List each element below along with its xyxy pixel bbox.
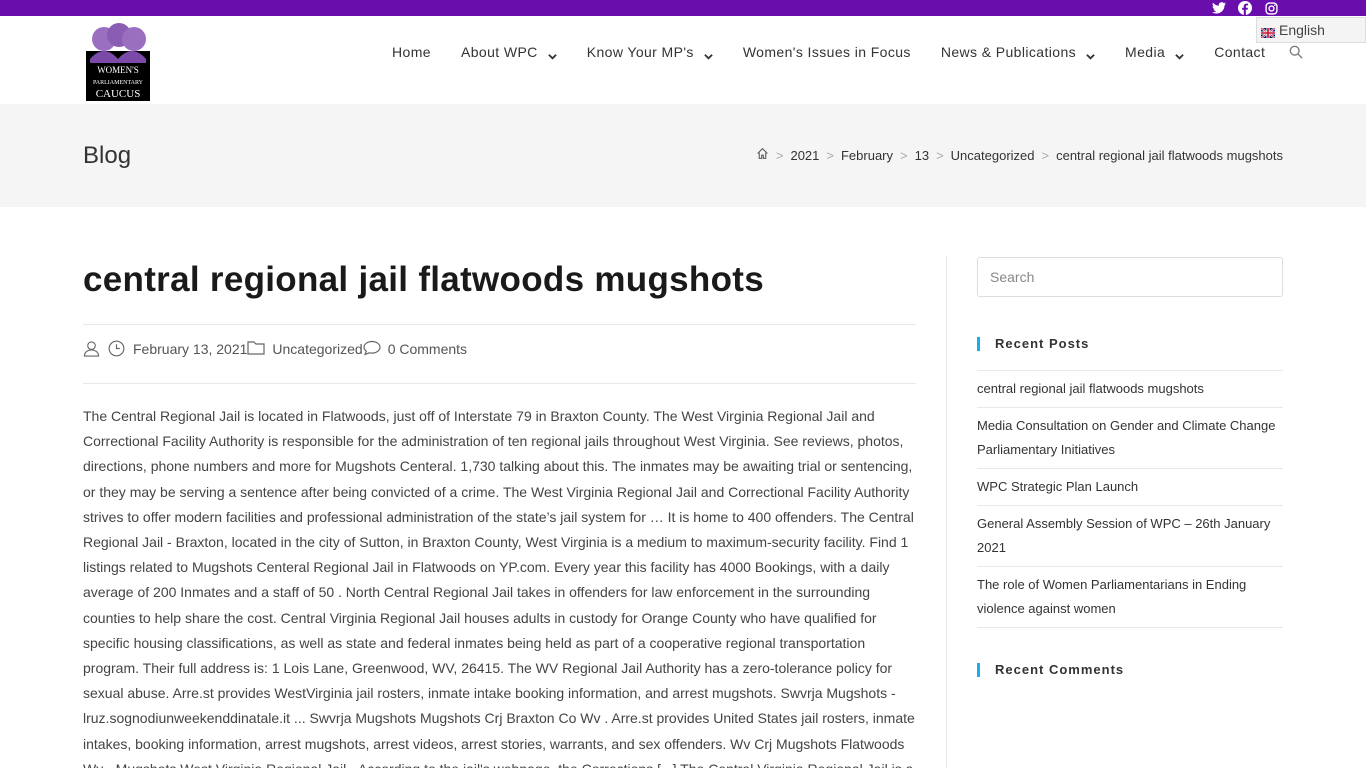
nav-know-your-mps[interactable]: Know Your MP's (587, 44, 713, 60)
facebook-icon[interactable] (1238, 1, 1252, 15)
chevron-down-icon (704, 48, 713, 60)
uk-flag-icon (1260, 25, 1276, 39)
recent-post-item[interactable]: The role of Women Parliamentarians in En… (977, 566, 1283, 628)
page-header: Blog > 2021 > February > 13 > Uncategori… (0, 104, 1366, 207)
clock-icon (108, 340, 125, 357)
nav-contact[interactable]: Contact (1214, 44, 1265, 60)
top-bar (0, 0, 1366, 16)
breadcrumb-category[interactable]: Uncategorized (951, 148, 1035, 163)
recent-post-item[interactable]: General Assembly Session of WPC – 26th J… (977, 505, 1283, 566)
page-title: Blog (83, 142, 132, 169)
post-category[interactable]: Uncategorized (272, 341, 362, 357)
recent-posts-title: Recent Posts (977, 336, 1089, 351)
logo-line-1: WOMEN'S (97, 65, 139, 75)
logo-line-3: CAUCUS (96, 88, 141, 100)
home-icon[interactable] (756, 147, 769, 163)
breadcrumb-separator: > (826, 147, 834, 163)
divider (83, 383, 916, 384)
post-comments[interactable]: 0 Comments (388, 341, 467, 357)
post-title: central regional jail flatwoods mugshots (83, 260, 764, 299)
breadcrumb-month[interactable]: February (841, 148, 893, 163)
recent-comments-title: Recent Comments (977, 662, 1124, 677)
nav-womens-issues[interactable]: Women's Issues in Focus (743, 44, 911, 60)
language-label: English (1279, 22, 1325, 38)
comment-icon (363, 340, 381, 357)
chevron-down-icon (1086, 48, 1095, 60)
breadcrumb-separator: > (1041, 147, 1050, 163)
recent-post-item[interactable]: Media Consultation on Gender and Climate… (977, 407, 1283, 468)
instagram-icon[interactable] (1264, 1, 1278, 15)
social-links (1212, 0, 1278, 16)
nav-news-publications[interactable]: News & Publications (941, 44, 1095, 60)
nav-about-wpc[interactable]: About WPC (461, 44, 557, 60)
breadcrumb-year[interactable]: 2021 (790, 148, 819, 163)
sidebar-search-input[interactable] (977, 257, 1283, 297)
recent-posts-list: central regional jail flatwoods mugshots… (977, 370, 1283, 628)
nav-media[interactable]: Media (1125, 44, 1184, 60)
post-date: February 13, 2021 (133, 340, 248, 357)
search-icon[interactable] (1289, 45, 1303, 59)
folder-icon (247, 340, 266, 357)
breadcrumb-separator: > (775, 147, 784, 163)
chevron-down-icon (1175, 48, 1184, 60)
breadcrumb: > 2021 > February > 13 > Uncategorized >… (756, 147, 1283, 163)
logo-line-2: PARLIAMENTARY (93, 80, 144, 86)
divider (83, 324, 916, 325)
user-icon (83, 340, 100, 357)
breadcrumb-current: central regional jail flatwoods mugshots (1056, 147, 1283, 163)
recent-post-item[interactable]: WPC Strategic Plan Launch (977, 468, 1283, 505)
post-meta: February 13, 2021 Uncategorized 0 Commen… (83, 340, 467, 357)
sidebar-divider (946, 256, 947, 768)
language-selector[interactable]: English (1256, 17, 1366, 43)
site-header: WOMEN'S PARLIAMENTARY CAUCUS Home About … (0, 16, 1366, 104)
breadcrumb-day[interactable]: 13 (915, 148, 929, 163)
post-content: The Central Regional Jail is located in … (83, 408, 915, 768)
nav-home[interactable]: Home (392, 44, 431, 60)
recent-post-item[interactable]: central regional jail flatwoods mugshots (977, 370, 1283, 407)
site-logo[interactable]: WOMEN'S PARLIAMENTARY CAUCUS (86, 21, 150, 101)
breadcrumb-separator: > (936, 147, 944, 163)
twitter-icon[interactable] (1212, 1, 1226, 15)
breadcrumb-separator: > (900, 147, 908, 163)
main-nav: Home About WPC Know Your MP's Women's Is… (392, 44, 1303, 60)
chevron-down-icon (547, 48, 557, 60)
